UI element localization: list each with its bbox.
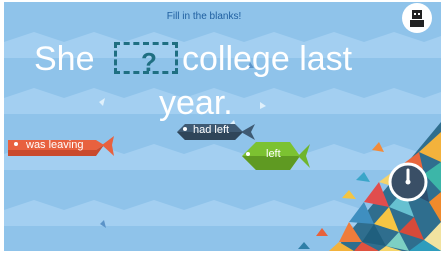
instruction-text: Fill in the blanks! bbox=[166, 11, 242, 22]
answer-option-left[interactable]: left bbox=[242, 136, 312, 180]
answer-blank[interactable]: ? bbox=[114, 42, 178, 77]
sentence-word-before: She bbox=[34, 40, 95, 78]
sentence-word-after: college last bbox=[182, 40, 353, 78]
option-label: had left bbox=[193, 124, 230, 136]
option-label: left bbox=[266, 148, 281, 160]
option-label: was leaving bbox=[26, 139, 84, 151]
timer-icon bbox=[388, 162, 428, 202]
avatar-icon bbox=[410, 10, 424, 27]
answer-option-was-leaving[interactable]: was leaving bbox=[8, 130, 118, 160]
game-stage: Fill in the blanks! She ? college last y… bbox=[4, 2, 441, 251]
profile-button[interactable] bbox=[402, 3, 432, 33]
timer bbox=[388, 162, 432, 211]
